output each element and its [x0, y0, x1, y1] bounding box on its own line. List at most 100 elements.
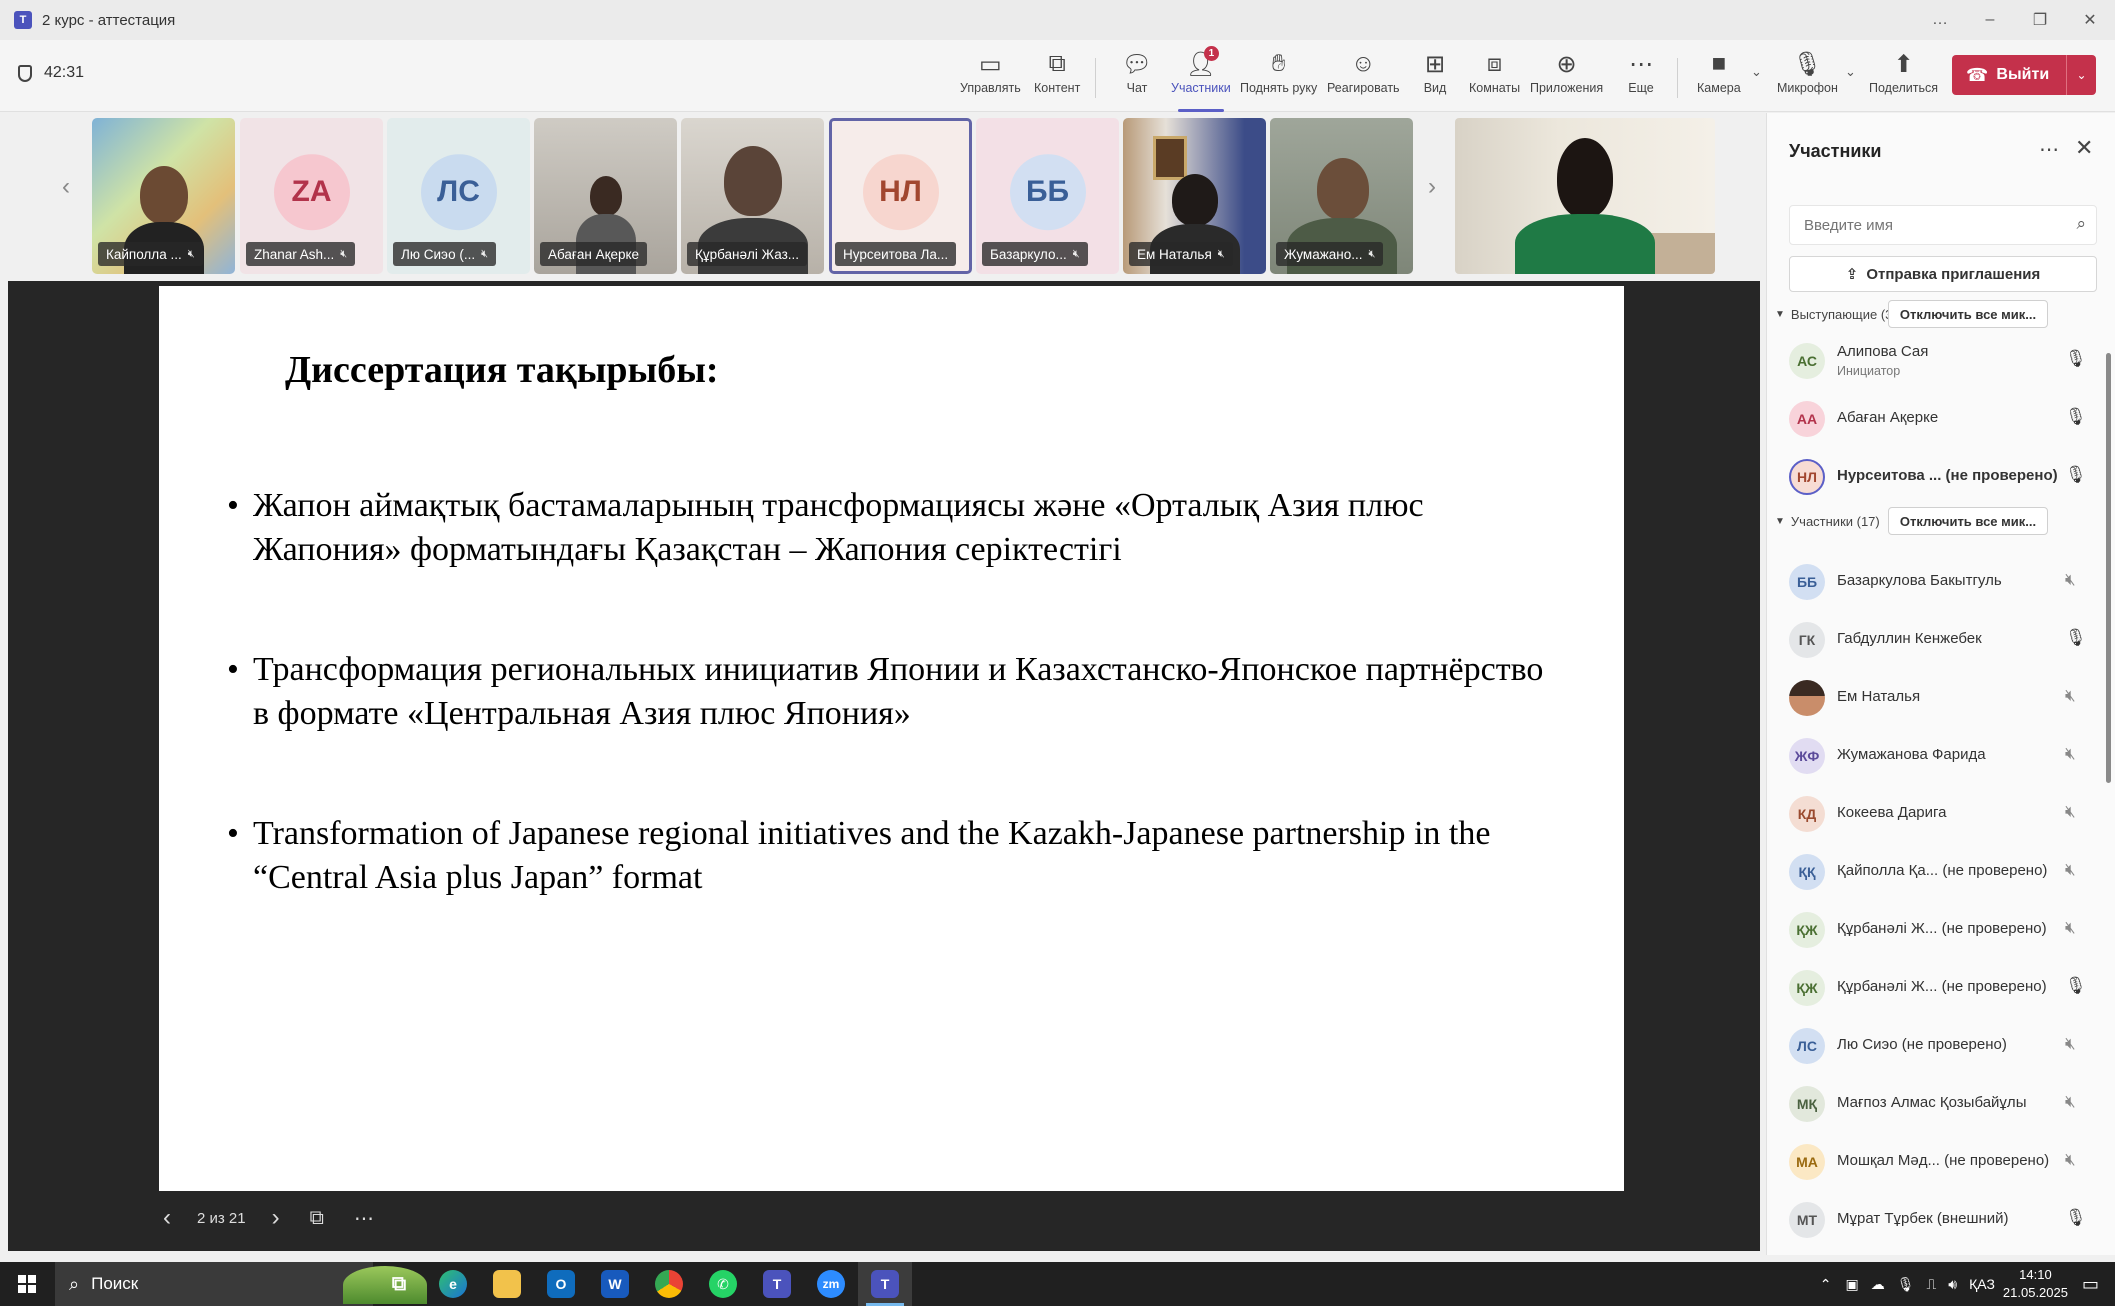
word-app[interactable]: W — [588, 1262, 642, 1306]
manage-button[interactable]: ▭ Управлять — [960, 48, 1021, 108]
hang-up-icon: ☎ — [1966, 64, 1989, 85]
chrome-app[interactable] — [642, 1262, 696, 1306]
chat-button[interactable]: 💬︎ Чат — [1122, 48, 1152, 108]
window-more-icon[interactable]: … — [1915, 0, 1965, 40]
send-invite-button[interactable]: ⇪ Отправка приглашения — [1789, 256, 2097, 292]
mic-on-icon: 🎙︎ — [2065, 976, 2087, 995]
participant-row[interactable]: НЛ Нурсеитова ... (не проверено) 🎙︎ — [1767, 448, 2115, 506]
close-window-icon[interactable]: ✕ — [2065, 0, 2115, 40]
video-tile[interactable]: ZA Zhanar Ash... 🔇︎ — [240, 118, 383, 274]
language-indicator[interactable]: ҚАЗ — [1969, 1276, 1995, 1292]
self-video-tile[interactable] — [1455, 118, 1715, 274]
raise-hand-button[interactable]: ✋︎ Поднять руку — [1240, 48, 1317, 108]
participant-row[interactable]: МА Мошқал Мәд... (не проверено) 🔇︎ — [1767, 1133, 2115, 1191]
video-tile[interactable]: ЛС Лю Сиэо (... 🔇︎ — [387, 118, 530, 274]
tray-chevron-icon[interactable]: ⌃ — [1820, 1276, 1832, 1293]
microphone-options-chevron-icon[interactable]: ⌄ — [1845, 64, 1856, 80]
video-tile[interactable]: Жумажано... 🔇︎ — [1270, 118, 1413, 274]
microphone-button[interactable]: 🎙︎ Микрофон — [1777, 48, 1838, 108]
onedrive-icon[interactable]: ☁ — [1871, 1276, 1885, 1293]
prev-slide-icon[interactable]: ‹ — [163, 1204, 171, 1232]
task-view-button[interactable]: ⧉ — [372, 1262, 426, 1306]
notifications-icon[interactable]: ▭ — [2082, 1274, 2099, 1295]
content-button[interactable]: ⧉ Контент — [1034, 48, 1080, 108]
participant-row[interactable]: МҚ Мағпоз Алмас Қозыбайұлы 🔇︎ — [1767, 1075, 2115, 1133]
participant-row[interactable]: ҚҚ Қайполла Қа... (не проверено) 🔇︎ — [1767, 843, 2115, 901]
video-tile[interactable]: Құрбанәлі Жаз... — [681, 118, 824, 274]
participant-row[interactable]: Ем Наталья 🔇︎ — [1767, 669, 2115, 727]
participant-name: Мұрат Тұрбек (внешний) — [1837, 1210, 2009, 1227]
avatar: КД — [1789, 796, 1825, 832]
view-button[interactable]: ⊞ Вид — [1420, 48, 1450, 108]
slide-more-icon[interactable]: ⋯ — [354, 1206, 374, 1231]
avatar: ЛС — [420, 154, 497, 231]
strip-next-arrow-icon[interactable]: › — [1428, 173, 1436, 201]
participant-row[interactable]: КД Кокеева Дарига 🔇︎ — [1767, 785, 2115, 843]
next-slide-icon[interactable]: › — [272, 1204, 280, 1232]
search-icon[interactable]: ⌕ — [2076, 214, 2086, 234]
participant-row[interactable]: АА Абаған Ақерке 🎙︎ — [1767, 390, 2115, 448]
strip-prev-arrow-icon[interactable]: ‹ — [62, 173, 70, 201]
participant-row[interactable]: АС Алипова Сая Инициатор 🎙︎ — [1767, 332, 2115, 390]
more-button[interactable]: ⋯ Еще — [1626, 48, 1656, 108]
participant-name: Алипова Сая — [1837, 343, 1929, 360]
rooms-button[interactable]: ⧈ Комнаты — [1469, 48, 1520, 108]
zoom-app[interactable]: zm — [804, 1262, 858, 1306]
presenters-section-header[interactable]: ▼ Выступающие (3) Отключить все мик... — [1775, 300, 2105, 328]
tray-mic-icon[interactable]: 🎙︎ — [1897, 1276, 1915, 1293]
mic-off-icon: 🔇︎ — [1217, 247, 1225, 260]
participant-row[interactable]: ЛС Лю Сиэо (не проверено) 🔇︎ — [1767, 1017, 2115, 1075]
tray-app-icon[interactable]: ▣ — [1845, 1276, 1858, 1293]
mute-all-attendees-button[interactable]: Отключить все мик... — [1888, 507, 2048, 535]
video-tile[interactable]: Ем Наталья 🔇︎ — [1123, 118, 1266, 274]
video-tile[interactable]: Абаған Ақерке — [534, 118, 677, 274]
camera-button[interactable]: ■ Камера — [1697, 48, 1741, 108]
leave-button[interactable]: ☎ Выйти ⌄ — [1952, 55, 2096, 95]
avatar: ЛС — [1789, 1028, 1825, 1064]
mute-all-presenters-button[interactable]: Отключить все мик... — [1888, 300, 2048, 328]
tile-name-label: Ем Наталья 🔇︎ — [1129, 242, 1233, 266]
video-tile[interactable]: Кайполла ... 🔇︎ — [92, 118, 235, 274]
teams-app[interactable]: T — [750, 1262, 804, 1306]
participants-button[interactable]: 👤︎ 1 Участники — [1171, 46, 1231, 108]
attendees-section-header[interactable]: ▼ Участники (17) Отключить все мик... — [1775, 507, 2105, 535]
taskbar-clock[interactable]: 14:10 21.05.2025 — [2003, 1266, 2068, 1302]
slide-grid-icon[interactable]: ⧉ — [310, 1207, 324, 1230]
panel-close-icon[interactable]: ✕ — [2075, 135, 2093, 161]
participant-row[interactable]: ҚЖ Құрбанәлі Ж... (не проверено) 🎙︎ — [1767, 959, 2115, 1017]
mic-on-icon: 🎙︎ — [2065, 407, 2087, 426]
video-tile[interactable]: ББ Базаркуло... 🔇︎ — [976, 118, 1119, 274]
minimize-icon[interactable]: – — [1965, 0, 2015, 40]
apps-button[interactable]: ⊕ Приложения — [1530, 48, 1603, 108]
shield-icon — [18, 64, 32, 82]
avatar: НЛ — [1789, 459, 1825, 495]
edge-icon: e — [439, 1270, 467, 1298]
share-button[interactable]: ⬆ Поделиться — [1869, 48, 1938, 108]
teams-meeting-app[interactable]: T — [858, 1262, 912, 1306]
explorer-app[interactable] — [480, 1262, 534, 1306]
participant-row[interactable]: ГК Габдуллин Кенжебек 🎙︎ — [1767, 611, 2115, 669]
network-icon[interactable]: ⎍ — [1926, 1276, 1936, 1293]
participant-row[interactable]: ЖФ Жумажанова Фарида 🔇︎ — [1767, 727, 2115, 785]
task-view-icon: ⧉ — [391, 1272, 407, 1295]
react-button[interactable]: ☺ Реагировать — [1327, 48, 1400, 108]
participant-search-input[interactable] — [1790, 206, 2060, 244]
panel-scrollbar[interactable] — [2106, 353, 2111, 783]
video-tile-selected[interactable]: НЛ Нурсеитова Ла... — [829, 118, 972, 274]
participant-row[interactable]: ББ Базаркулова Бакытгуль 🔇︎ — [1767, 553, 2115, 611]
camera-options-chevron-icon[interactable]: ⌄ — [1751, 64, 1762, 80]
taskbar-search[interactable]: ⌕ Поиск — [55, 1262, 427, 1306]
participant-row[interactable]: ҚЖ Құрбанәлі Ж... (не проверено) 🔇︎ — [1767, 901, 2115, 959]
edge-app[interactable]: e — [426, 1262, 480, 1306]
panel-more-icon[interactable]: ⋯ — [2039, 137, 2059, 162]
volume-icon[interactable]: 🔊︎ — [1948, 1276, 1957, 1293]
start-button[interactable] — [0, 1262, 54, 1306]
outlook-app[interactable]: O — [534, 1262, 588, 1306]
avatar: ББ — [1789, 564, 1825, 600]
leave-options-chevron-icon[interactable]: ⌄ — [2066, 55, 2096, 95]
participant-row[interactable]: МТ Мұрат Тұрбек (внешний) 🎙︎ — [1767, 1191, 2115, 1249]
mic-off-icon: 🔇︎ — [1072, 247, 1080, 260]
restore-icon[interactable]: ❐ — [2015, 0, 2065, 40]
participant-name: Габдуллин Кенжебек — [1837, 630, 1982, 647]
whatsapp-app[interactable]: ✆ — [696, 1262, 750, 1306]
